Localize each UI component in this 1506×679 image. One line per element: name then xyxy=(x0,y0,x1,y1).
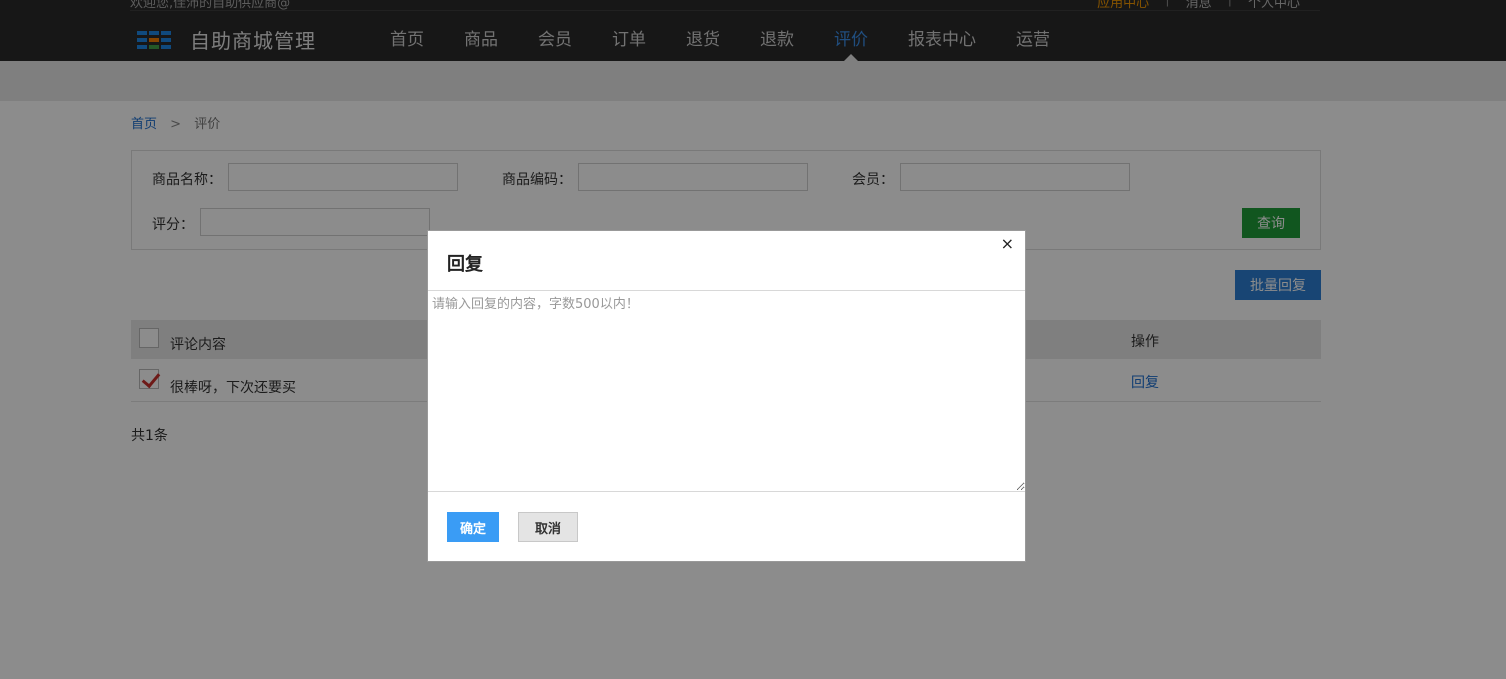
cancel-button[interactable]: 取消 xyxy=(518,512,578,542)
page: 欢迎您,佳沛的自助供应商@ 应用中心 | 消息 | 个人中心 自助商城管理 首页… xyxy=(0,0,1506,679)
reply-textarea[interactable] xyxy=(428,290,1025,492)
dialog-title: 回复 xyxy=(447,254,483,275)
close-icon[interactable]: × xyxy=(1001,236,1014,252)
confirm-button[interactable]: 确定 xyxy=(447,512,499,542)
reply-dialog: 回复 × 确定 取消 xyxy=(427,230,1026,562)
